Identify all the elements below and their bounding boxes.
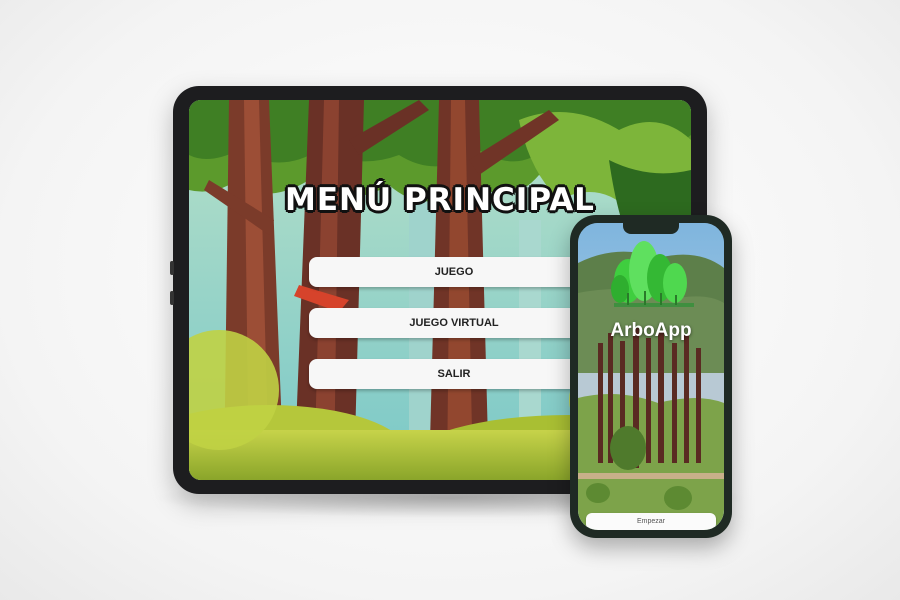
virtual-play-button[interactable]: JUEGO VIRTUAL — [309, 308, 599, 338]
tablet-side-button — [170, 291, 174, 305]
phone-notch — [623, 223, 679, 234]
park-photo-background — [578, 223, 724, 530]
start-button[interactable]: Empezar — [586, 513, 716, 530]
phone-device: ArboApp Empezar — [570, 215, 732, 538]
play-button[interactable]: JUEGO — [309, 257, 599, 287]
exit-button[interactable]: SALIR — [309, 359, 599, 389]
menu-title: MENÚ PRINCIPAL — [285, 182, 595, 218]
tablet-side-button — [170, 261, 174, 275]
app-title: ArboApp — [610, 320, 692, 341]
phone-screen: ArboApp Empezar — [578, 223, 724, 530]
